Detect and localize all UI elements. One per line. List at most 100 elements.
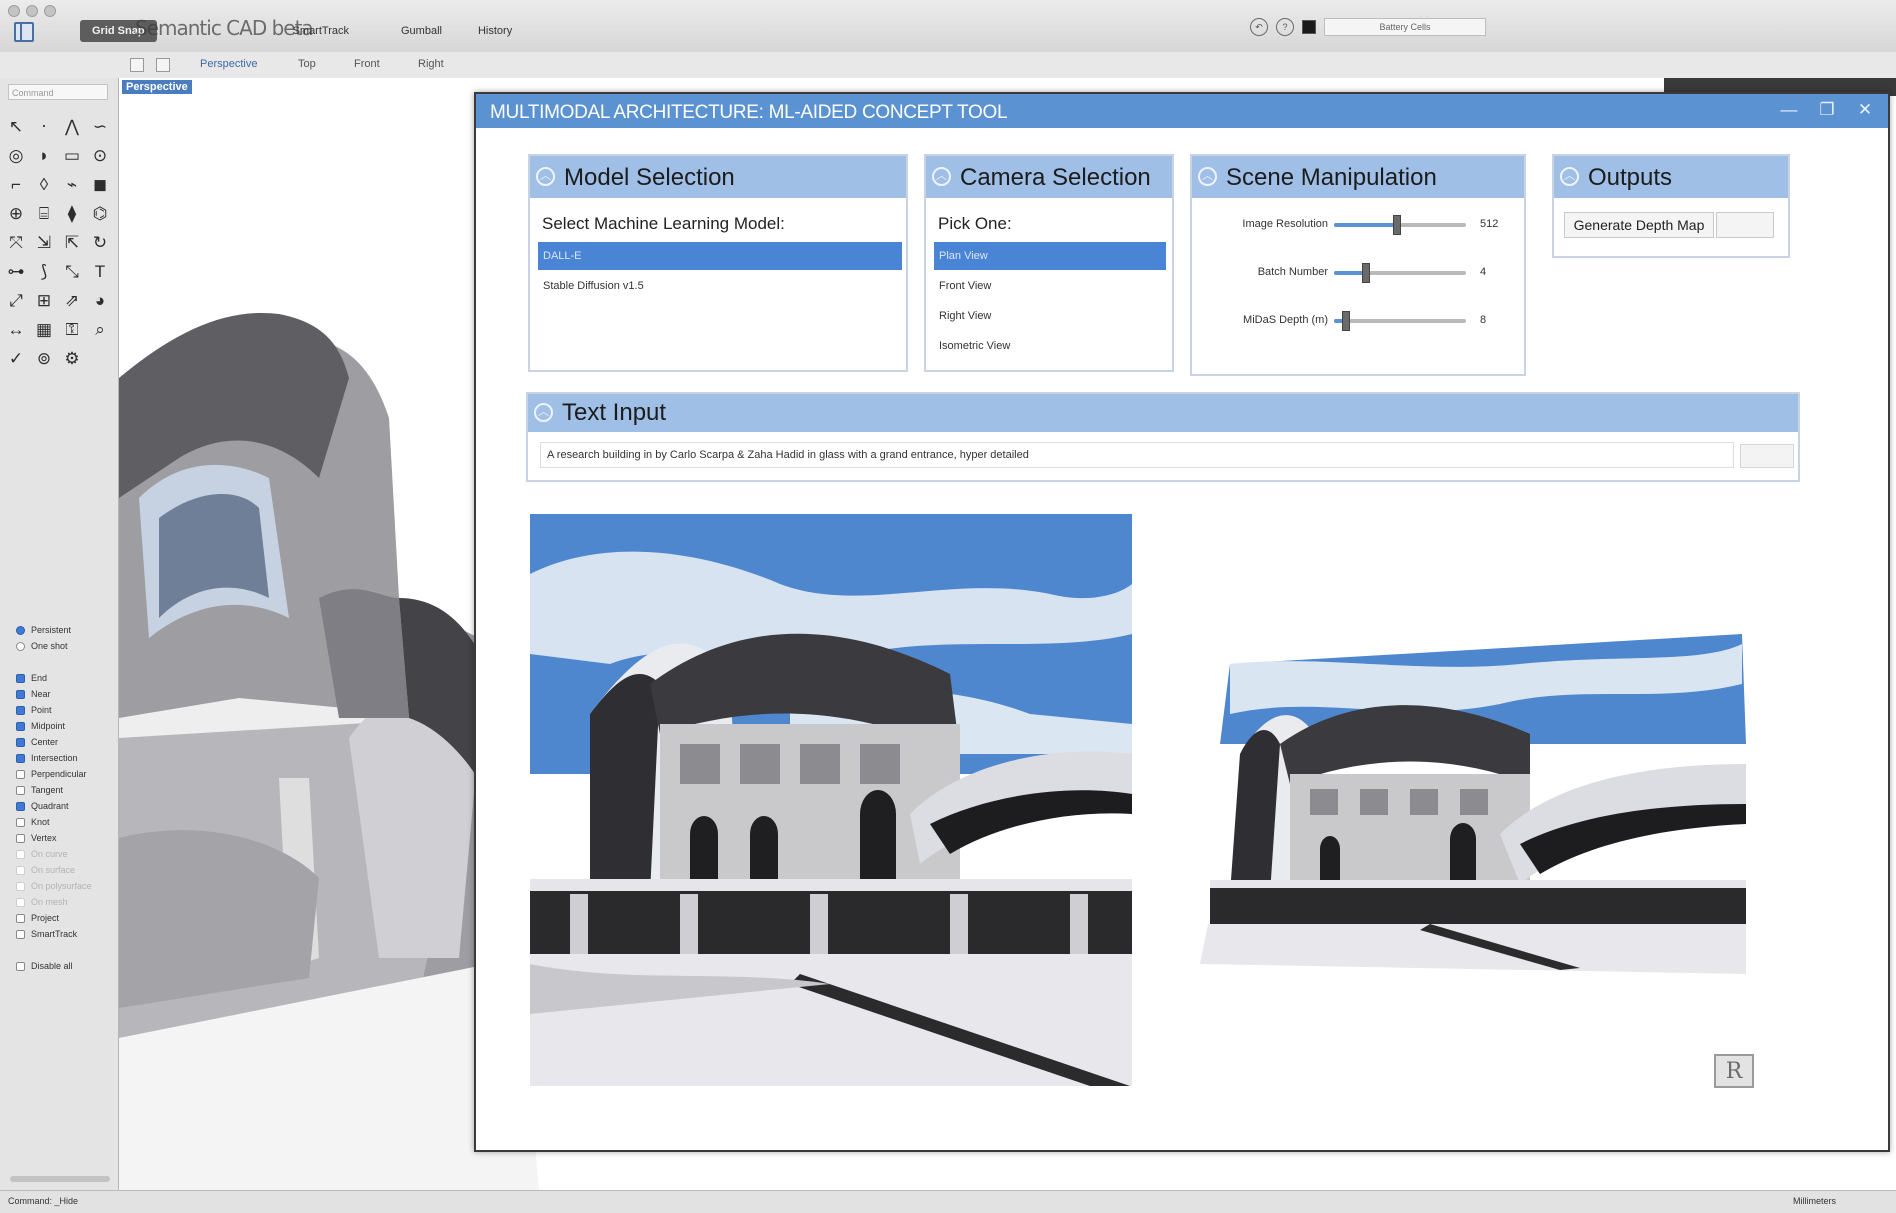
boolean-icon[interactable]: ⊕ xyxy=(4,201,28,225)
current-layer-field[interactable]: Battery Cells xyxy=(1324,18,1486,36)
camera-option-front-view[interactable]: Front View xyxy=(934,272,1166,300)
undo-icon[interactable]: ↶ xyxy=(1250,18,1268,36)
box-solid-icon[interactable]: ◼ xyxy=(88,172,112,196)
midas-depth-slider[interactable] xyxy=(1334,311,1466,331)
collapse-chevron-icon[interactable]: ︿ xyxy=(1560,167,1579,186)
zoom-window-button[interactable] xyxy=(44,5,56,17)
osnap-option[interactable]: Knot xyxy=(16,814,116,830)
checkbox[interactable] xyxy=(16,817,25,827)
tab-front[interactable]: Front xyxy=(354,58,380,70)
zoom-icon[interactable]: ⊚ xyxy=(32,346,56,370)
osnap-option[interactable]: On surface xyxy=(16,862,116,878)
osnap-option[interactable]: SmartTrack xyxy=(16,926,116,942)
model-selection-header[interactable]: ︿ Model Selection xyxy=(530,156,906,198)
units-indicator[interactable]: Millimeters xyxy=(1793,1196,1836,1206)
model-option-stable-diffusion[interactable]: Stable Diffusion v1.5 xyxy=(538,272,902,300)
fillet-icon[interactable]: ⌐ xyxy=(4,172,28,196)
checkbox[interactable] xyxy=(16,673,25,683)
lock-icon[interactable]: ⚿ xyxy=(60,317,84,341)
osnap-option[interactable]: Disable all xyxy=(16,958,116,974)
checkbox[interactable] xyxy=(16,929,25,939)
osnap-option[interactable]: On mesh xyxy=(16,894,116,910)
prompt-text-field[interactable]: A research building in by Carlo Scarpa &… xyxy=(540,442,1734,468)
cylinder-icon[interactable]: ⌸ xyxy=(32,201,56,225)
circle-icon[interactable]: ◎ xyxy=(4,143,28,167)
rectangle-icon[interactable]: ▭ xyxy=(60,143,84,167)
osnap-option[interactable]: On polysurface xyxy=(16,878,116,894)
collapse-chevron-icon[interactable]: ︿ xyxy=(932,167,951,186)
model-option-dall-e[interactable]: DALL-E xyxy=(538,242,902,270)
osnap-option[interactable]: Point xyxy=(16,702,116,718)
ellipse-icon[interactable]: ⊙ xyxy=(88,143,112,167)
generated-image-1[interactable] xyxy=(530,514,1132,1086)
output-preview-button[interactable] xyxy=(1716,212,1774,238)
point-icon[interactable]: ⋅ xyxy=(32,114,56,138)
minimize-window-button[interactable] xyxy=(26,5,38,17)
osnap-option[interactable]: End xyxy=(16,670,116,686)
text-tool-icon[interactable]: T xyxy=(88,259,112,283)
camera-option-right-view[interactable]: Right View xyxy=(934,302,1166,330)
batch-number-slider[interactable] xyxy=(1334,263,1466,283)
properties-icon[interactable]: ⚙ xyxy=(60,346,84,370)
history-toggle[interactable]: History xyxy=(460,20,530,42)
collapse-chevron-icon[interactable]: ︿ xyxy=(534,403,553,422)
tab-right[interactable]: Right xyxy=(418,58,444,70)
osnap-option[interactable]: Tangent xyxy=(16,782,116,798)
camera-selection-header[interactable]: ︿ Camera Selection xyxy=(926,156,1172,198)
osnap-option[interactable]: Intersection xyxy=(16,750,116,766)
osnap-option[interactable]: Quadrant xyxy=(16,798,116,814)
slider-thumb[interactable] xyxy=(1393,215,1402,235)
join-icon[interactable]: ⊶ xyxy=(4,259,28,283)
layer-color-swatch[interactable] xyxy=(1302,20,1316,34)
surface-icon[interactable]: ◊ xyxy=(32,172,56,196)
generated-image-2[interactable] xyxy=(1200,634,1746,974)
checkbox[interactable] xyxy=(16,769,25,779)
text-input-header[interactable]: ︿ Text Input xyxy=(528,394,1798,432)
maximize-icon[interactable]: ❐ xyxy=(1816,100,1838,120)
osnap-option[interactable]: Near xyxy=(16,686,116,702)
help-icon[interactable]: ? xyxy=(1276,18,1294,36)
minimize-icon[interactable]: — xyxy=(1778,100,1800,120)
grid-icon[interactable]: ▦ xyxy=(32,317,56,341)
panel-scrollbar[interactable] xyxy=(10,1176,110,1182)
grid-layout-icon[interactable] xyxy=(130,58,144,72)
image-resolution-slider[interactable] xyxy=(1334,215,1466,235)
scale-icon[interactable]: ⇱ xyxy=(60,230,84,254)
osnap-option[interactable]: Midpoint xyxy=(16,718,116,734)
scene-manipulation-header[interactable]: ︿ Scene Manipulation xyxy=(1192,156,1524,198)
osnap-option[interactable]: Project xyxy=(16,910,116,926)
checkbox[interactable] xyxy=(16,721,25,731)
trim-icon[interactable]: ⤡ xyxy=(60,259,84,283)
slider-thumb[interactable] xyxy=(1341,311,1350,331)
transform-icon[interactable]: ⤧ xyxy=(4,230,28,254)
curve-icon[interactable]: ∽ xyxy=(88,114,112,138)
camera-option-plan-view[interactable]: Plan View xyxy=(934,242,1166,270)
split-icon[interactable]: ⟆ xyxy=(32,259,56,283)
checkbox[interactable] xyxy=(16,833,25,843)
close-window-button[interactable] xyxy=(8,5,20,17)
checkbox[interactable] xyxy=(16,753,25,763)
sidebar-toggle-icon[interactable] xyxy=(14,22,34,42)
osnap-option[interactable]: Perpendicular xyxy=(16,766,116,782)
osnap-option[interactable]: Center xyxy=(16,734,116,750)
viewport-menu-icon[interactable] xyxy=(156,58,170,72)
checkbox[interactable] xyxy=(16,897,25,907)
plugin-title-bar[interactable]: MULTIMODAL ARCHITECTURE: ML-AIDED CONCEP… xyxy=(476,94,1888,128)
close-icon[interactable]: ✕ xyxy=(1854,100,1876,120)
command-history[interactable]: Command: _Hide xyxy=(8,1196,78,1206)
prompt-submit-button[interactable] xyxy=(1740,444,1794,468)
command-search-input[interactable]: Command xyxy=(8,84,108,100)
array-icon[interactable]: ⤢ xyxy=(4,288,28,312)
explode-icon[interactable]: ⇗ xyxy=(60,288,84,312)
cage-icon[interactable]: ⌬ xyxy=(88,201,112,225)
move-icon[interactable]: ⇲ xyxy=(32,230,56,254)
radio-button[interactable] xyxy=(16,625,25,635)
camera-option-isometric-view[interactable]: Isometric View xyxy=(934,332,1166,360)
arc-icon[interactable]: ◗ xyxy=(32,143,56,167)
analyze-icon[interactable]: ⌕ xyxy=(88,317,112,341)
osnap-option[interactable]: Vertex xyxy=(16,830,116,846)
osnap-option[interactable]: Persistent xyxy=(16,622,116,638)
generate-depth-map-button[interactable]: Generate Depth Map xyxy=(1564,212,1714,238)
dimension-icon[interactable]: ↔ xyxy=(4,317,28,341)
checkbox[interactable] xyxy=(16,865,25,875)
